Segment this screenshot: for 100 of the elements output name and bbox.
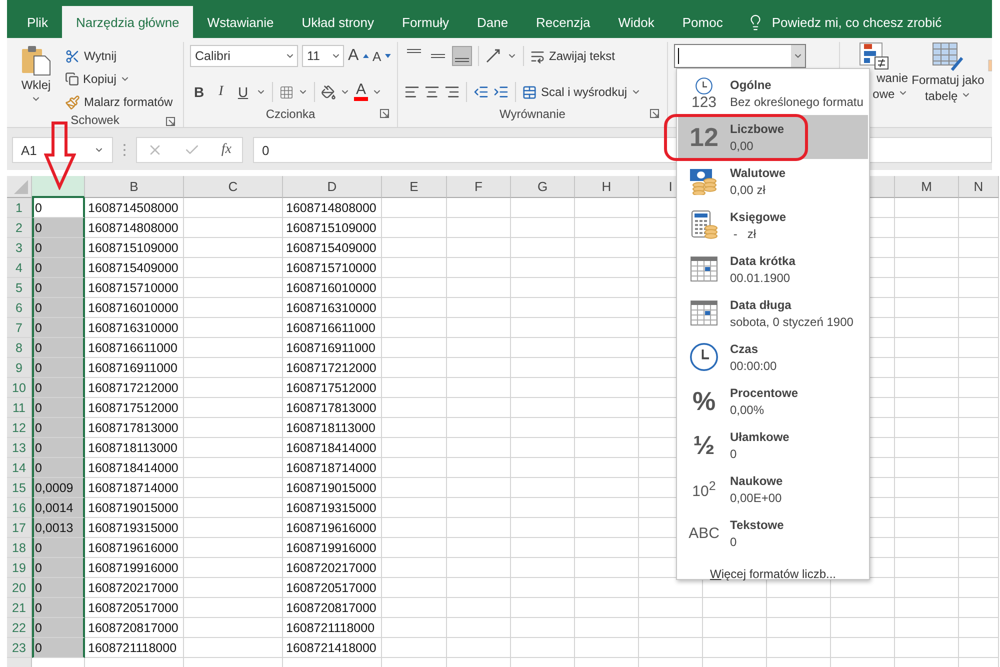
menu-item[interactable]: Data długa sobota, 0 styczeń 1900: [678, 291, 868, 335]
table-cell: [895, 438, 959, 458]
table-cell: 1608721118000: [283, 618, 382, 638]
row-header[interactable]: 8: [7, 338, 32, 358]
row-header[interactable]: 3: [7, 238, 32, 258]
group-label: Wyrównanie: [500, 107, 566, 121]
merge-center-button[interactable]: Scal i wyśrodkuj: [522, 82, 642, 102]
row-header[interactable]: 21: [7, 598, 32, 618]
menu-item[interactable]: % Procentowe 0,00%: [678, 379, 868, 423]
column-header[interactable]: [32, 176, 85, 198]
table-cell: [382, 238, 447, 258]
row-header[interactable]: 18: [7, 538, 32, 558]
menu-item[interactable]: Czas 00:00:00: [678, 335, 868, 379]
ribbon-tab[interactable]: Wstawianie: [193, 6, 288, 38]
font-size-field[interactable]: 11: [302, 45, 344, 67]
font-name-field[interactable]: Calibri: [190, 45, 298, 67]
row-header[interactable]: 5: [7, 278, 32, 298]
row-header[interactable]: 16: [7, 498, 32, 518]
row-header[interactable]: 17: [7, 518, 32, 538]
row-header[interactable]: 22: [7, 618, 32, 638]
row-header[interactable]: 2: [7, 218, 32, 238]
ribbon-tab[interactable]: Recenzja: [522, 6, 604, 38]
column-header[interactable]: N: [959, 176, 999, 198]
font-color-button[interactable]: A: [354, 83, 368, 101]
more-formats-link[interactable]: Więcej formatów liczb...: [677, 561, 869, 581]
table-cell: 1608719916000: [85, 558, 184, 578]
align-center-icon[interactable]: [424, 84, 440, 100]
ribbon-tab[interactable]: Pomoc: [668, 6, 737, 38]
row-header[interactable]: 14: [7, 458, 32, 478]
align-left-icon[interactable]: [404, 84, 420, 100]
table-cell: [959, 238, 999, 258]
column-header[interactable]: E: [382, 176, 447, 198]
ribbon-tab[interactable]: Formuły: [388, 6, 463, 38]
row-header[interactable]: 7: [7, 318, 32, 338]
row-header[interactable]: 10: [7, 378, 32, 398]
paste-button[interactable]: Wklej: [13, 42, 59, 112]
italic-button[interactable]: I: [212, 84, 230, 100]
ribbon-tab[interactable]: Plik: [13, 6, 62, 38]
fill-color-icon[interactable]: [321, 84, 336, 100]
row-header[interactable]: 20: [7, 578, 32, 598]
align-right-icon[interactable]: [444, 84, 460, 100]
menu-item[interactable]: ½ Ułamkowe 0: [678, 423, 868, 467]
table-cell: [895, 478, 959, 498]
row-header[interactable]: 23: [7, 638, 32, 658]
format-painter-button[interactable]: Malarz formatów: [65, 92, 173, 112]
table-cell: 1608715710000: [85, 278, 184, 298]
copy-button[interactable]: Kopiuj: [65, 69, 173, 89]
table-cell: 1608715409000: [283, 238, 382, 258]
ribbon-tab[interactable]: Układ strony: [288, 6, 388, 38]
bold-button[interactable]: B: [190, 84, 208, 100]
format-as-table-button[interactable]: Formatuj jako tabelę: [908, 38, 988, 127]
menu-item[interactable]: 10$^{2}$ Naukowe 0,00E+00: [678, 467, 868, 511]
vertical-align-button[interactable]: [452, 46, 472, 66]
row-header[interactable]: 11: [7, 398, 32, 418]
launcher-icon[interactable]: [650, 109, 659, 118]
launcher-icon[interactable]: [380, 109, 389, 118]
insert-function-button[interactable]: fx: [221, 142, 232, 158]
column-header[interactable]: C: [184, 176, 283, 198]
shrink-font-button[interactable]: A: [372, 48, 382, 64]
column-header[interactable]: B: [85, 176, 184, 198]
row-header[interactable]: 6: [7, 298, 32, 318]
name-box[interactable]: A1: [12, 137, 113, 163]
clipboard-icon: [20, 44, 52, 76]
wrap-text-button[interactable]: Zawijaj tekst: [530, 46, 616, 66]
decrease-indent-icon[interactable]: [473, 84, 489, 100]
table-cell: [895, 298, 959, 318]
grow-font-button[interactable]: A: [348, 47, 359, 65]
row-header[interactable]: 4: [7, 258, 32, 278]
row-header[interactable]: 9: [7, 358, 32, 378]
column-header[interactable]: M: [895, 176, 959, 198]
ribbon-tab[interactable]: Widok: [604, 6, 668, 38]
ribbon-tab[interactable]: Dane: [462, 6, 522, 38]
row-header[interactable]: 15: [7, 478, 32, 498]
ribbon-tab[interactable]: Narzędzia główne: [62, 6, 194, 38]
tell-me-search[interactable]: Powiedz mi, co chcesz zrobić: [772, 14, 942, 30]
column-header[interactable]: G: [511, 176, 575, 198]
table-cell: [382, 578, 447, 598]
row-header[interactable]: 1: [7, 198, 32, 218]
borders-icon[interactable]: [279, 84, 294, 100]
column-header[interactable]: H: [575, 176, 639, 198]
launcher-icon[interactable]: [166, 117, 175, 126]
column-header[interactable]: F: [447, 176, 511, 198]
menu-item[interactable]: Data krótka 00.01.1900: [678, 247, 868, 291]
table-cell: 0: [32, 238, 85, 258]
row-header[interactable]: 19: [7, 558, 32, 578]
table-cell: [382, 618, 447, 638]
menu-item[interactable]: Księgowe - zł: [678, 203, 868, 247]
table-cell: [511, 398, 575, 418]
number-format-field[interactable]: [674, 44, 806, 68]
menu-item[interactable]: 123 Ogólne Bez określonego formatu: [678, 71, 868, 115]
row-header[interactable]: 13: [7, 438, 32, 458]
cut-button[interactable]: Wytnij: [65, 46, 173, 66]
table-cell: [511, 518, 575, 538]
underline-button[interactable]: U: [234, 84, 252, 100]
table-cell: [895, 578, 959, 598]
column-header[interactable]: D: [283, 176, 382, 198]
row-header[interactable]: 12: [7, 418, 32, 438]
table-cell: [895, 638, 959, 658]
increase-indent-icon[interactable]: [493, 84, 509, 100]
table-cell: [959, 538, 999, 558]
